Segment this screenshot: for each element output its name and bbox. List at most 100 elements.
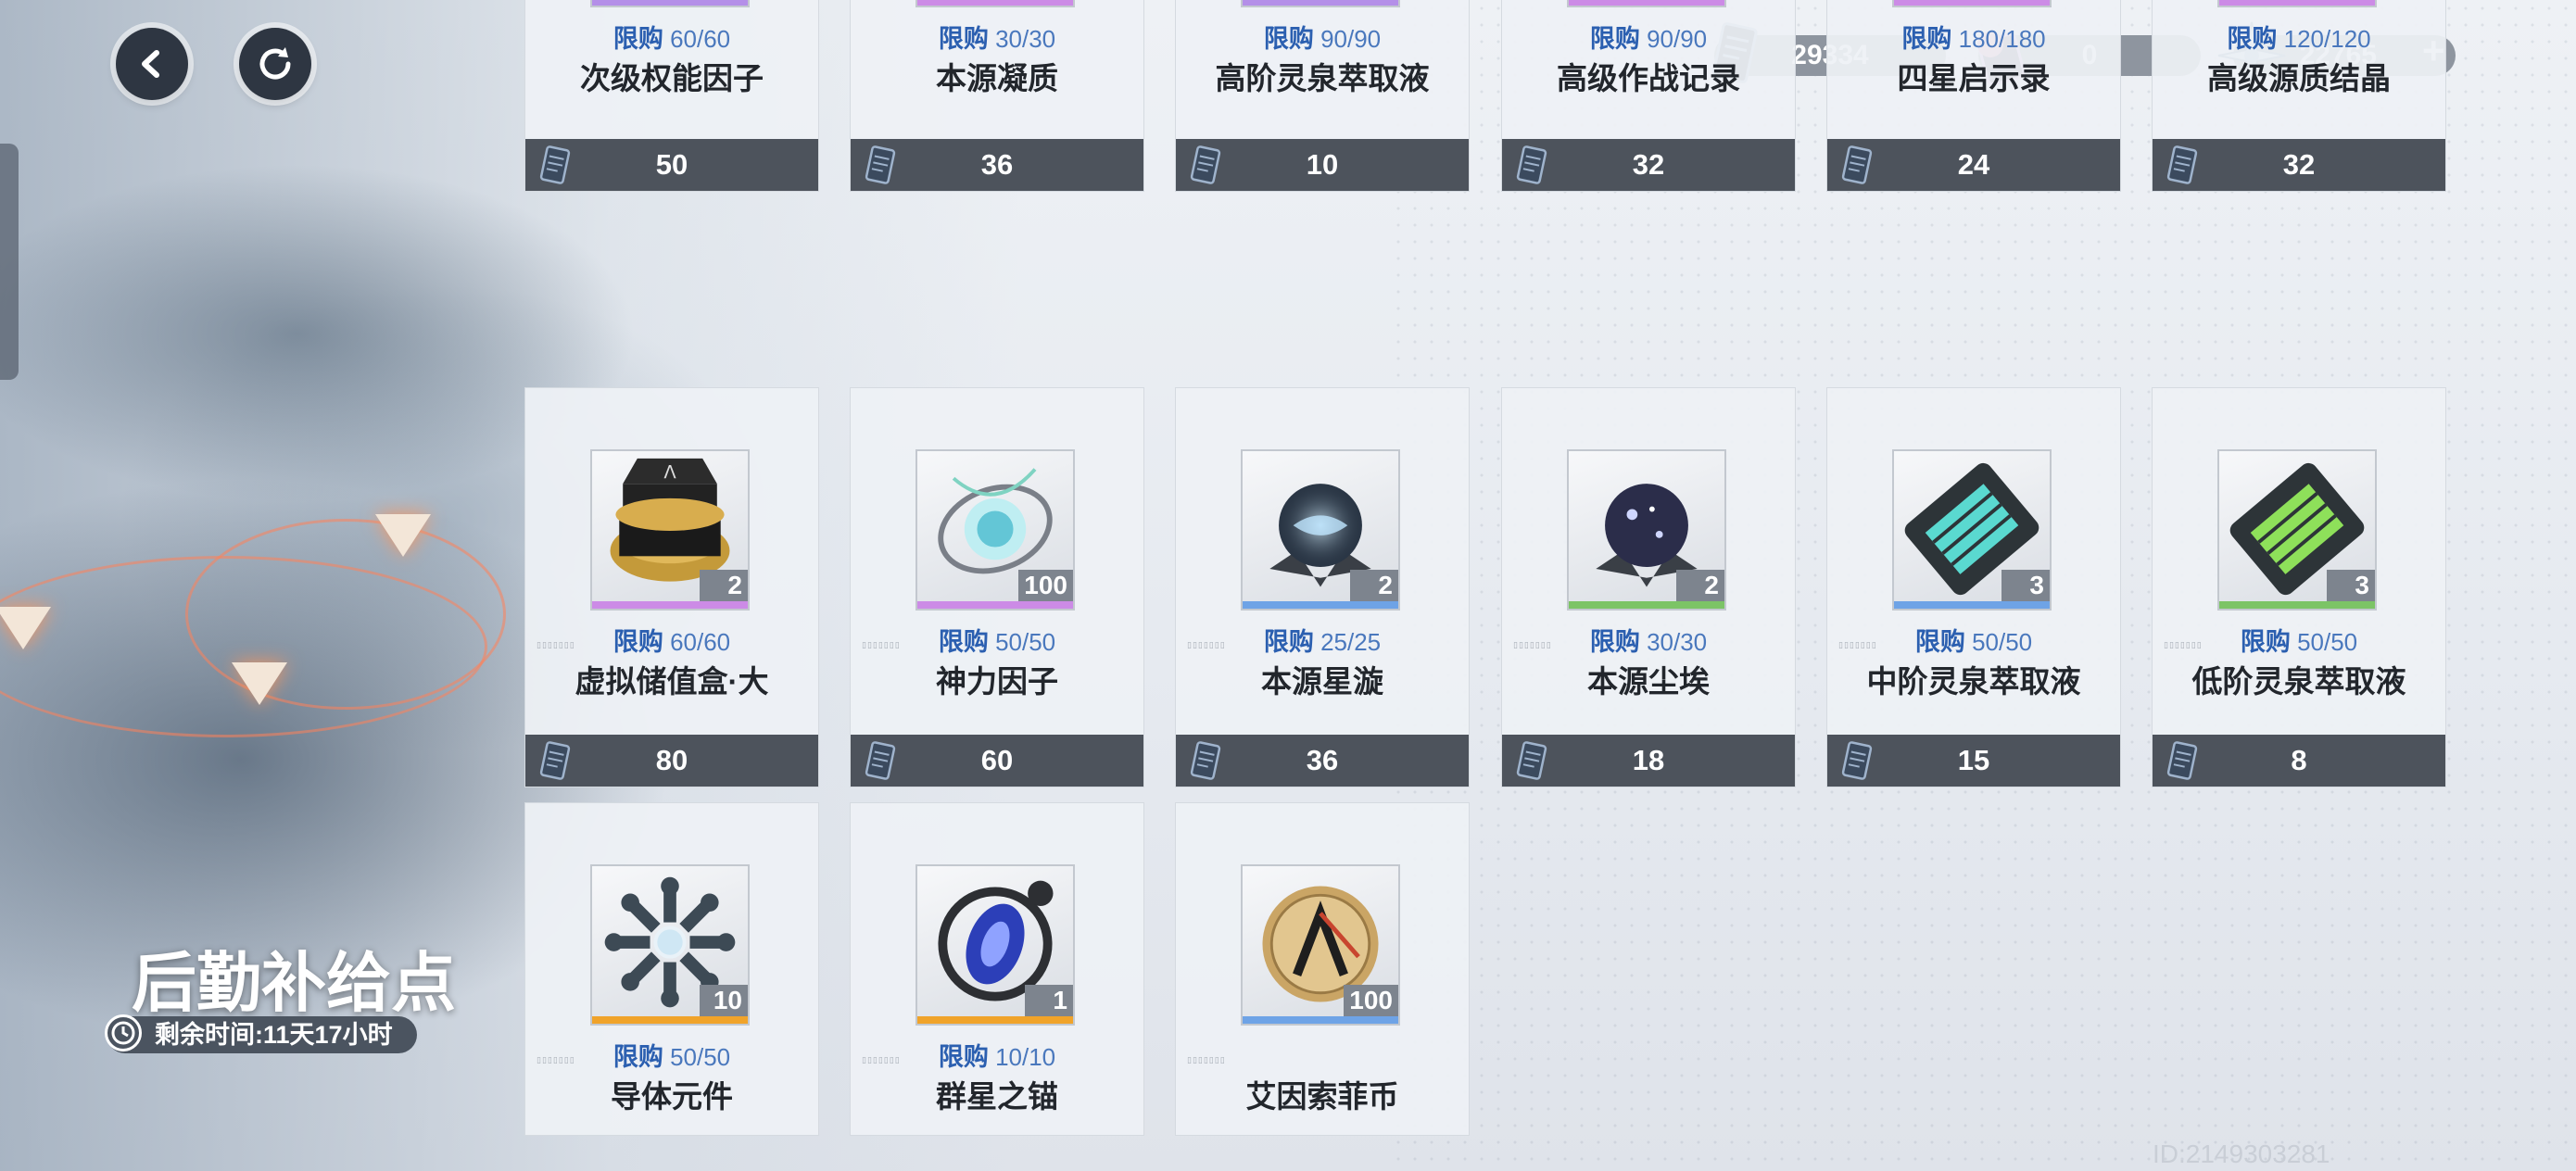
buy-price-button[interactable]: 18 <box>1502 735 1795 787</box>
data-card-icon <box>1841 145 1873 184</box>
item-name: 本源尘埃 <box>1587 664 1710 699</box>
purchase-limit-count: 90/90 <box>1320 25 1382 53</box>
purchase-limit: 限购 90/90 <box>1502 19 1795 55</box>
purchase-limit-label: 限购 <box>938 628 989 656</box>
shop-item-card[interactable]: 100 ▯▯▯▯▯▯▯ 艾因索菲币 <box>1175 802 1470 1136</box>
purchase-limit: 限购 180/180 <box>1827 19 2120 55</box>
purchase-limit-count: 50/50 <box>995 628 1056 656</box>
shop-item-card[interactable]: 1 限购 60/60 次级权能因子 50 <box>524 0 819 192</box>
purchase-limit-count: 120/120 <box>2283 25 2371 53</box>
item-icon-frame: 2 <box>1241 449 1400 611</box>
data-card-icon <box>539 145 571 184</box>
purchase-limit-label: 限购 <box>1589 25 1640 53</box>
shop-item-card[interactable]: 10 ▯▯▯▯▯▯▯ 限购 50/50 导体元件 <box>524 802 819 1136</box>
purchase-limit: 限购 50/50 <box>2153 622 2445 658</box>
purchase-limit-label: 限购 <box>1263 25 1314 53</box>
shop-item-card[interactable]: 1 限购 180/180 四星启示录 24 <box>1826 0 2121 192</box>
shop-item-card[interactable]: 1 限购 30/30 本源凝质 36 <box>850 0 1144 192</box>
rarity-bar <box>1569 601 1724 609</box>
purchase-limit: 限购 60/60 <box>525 622 818 658</box>
rarity-bar <box>1569 0 1724 6</box>
rarity-bar <box>1243 0 1398 6</box>
purchase-limit-count: 30/30 <box>995 25 1056 53</box>
shop-item-card[interactable]: 100 ▯▯▯▯▯▯▯ 限购 50/50 神力因子 60 <box>850 387 1144 787</box>
purchase-limit-count: 90/90 <box>1647 25 1708 53</box>
buy-price-button[interactable]: 36 <box>851 139 1143 191</box>
data-card-icon <box>2166 145 2198 184</box>
data-card-icon <box>1516 741 1547 780</box>
rarity-bar <box>917 0 1073 6</box>
item-price: 18 <box>1632 744 1665 776</box>
buy-price-button[interactable]: 50 <box>525 139 818 191</box>
item-name: 导体元件 <box>611 1079 733 1114</box>
purchase-limit-label: 限购 <box>2240 628 2291 656</box>
purchase-limit-label: 限购 <box>612 25 663 53</box>
purchase-limit-count: 180/180 <box>1958 25 2046 53</box>
purchase-limit-count: 10/10 <box>995 1043 1056 1071</box>
item-name: 群星之锚 <box>936 1079 1058 1114</box>
buy-price-button[interactable]: 32 <box>1502 139 1795 191</box>
buy-price-button[interactable]: 8 <box>2153 735 2445 787</box>
item-name: 中阶灵泉萃取液 <box>1866 664 2081 699</box>
item-icon-frame: 1 <box>2217 0 2377 7</box>
item-price: 36 <box>1306 744 1339 776</box>
rarity-bar <box>592 601 748 609</box>
shop-item-card[interactable]: 1 限购 120/120 高级源质结晶 32 <box>2152 0 2446 192</box>
data-card-icon <box>865 741 896 780</box>
purchase-limit-count: 30/30 <box>1647 628 1708 656</box>
item-name: 艾因索菲币 <box>1245 1079 1399 1114</box>
buy-price-button[interactable]: 24 <box>1827 139 2120 191</box>
svg-text:Λ: Λ <box>663 461 676 483</box>
item-price: 50 <box>655 148 688 181</box>
item-icon-frame: 1 <box>1567 0 1726 7</box>
item-name: 虚拟储值盒·大 <box>575 664 769 699</box>
page-title: 后勤补给点 <box>132 947 456 1019</box>
shop-item-card[interactable]: 1 ▯▯▯▯▯▯▯ 限购 10/10 群星之锚 <box>850 802 1144 1136</box>
rarity-bar <box>592 1016 748 1024</box>
item-price: 10 <box>1306 148 1339 181</box>
purchase-limit-label: 限购 <box>612 1043 663 1071</box>
rarity-bar <box>2219 601 2375 609</box>
buy-price-button[interactable]: 32 <box>2153 139 2445 191</box>
clock-icon <box>105 1014 142 1051</box>
shop-item-card[interactable]: 3 ▯▯▯▯▯▯▯ 限购 50/50 中阶灵泉萃取液 15 <box>1826 387 2121 787</box>
shop-item-card[interactable]: Λ 2 ▯▯▯▯▯▯▯ 限购 60/60 虚拟储值盒·大 80 <box>524 387 819 787</box>
rarity-bar <box>1894 601 2050 609</box>
item-name: 高级作战记录 <box>1557 61 1740 95</box>
rarity-bar <box>1243 601 1398 609</box>
purchase-limit-count: 50/50 <box>1972 628 2033 656</box>
purchase-limit: 限购 50/50 <box>851 622 1143 658</box>
item-icon-frame: 100 <box>915 449 1075 611</box>
buy-price-button[interactable]: 10 <box>1176 139 1469 191</box>
purchase-limit-label: 限购 <box>1263 628 1314 656</box>
purchase-limit: 限购 120/120 <box>2153 19 2445 55</box>
buy-price-button[interactable]: 36 <box>1176 735 1469 787</box>
item-name: 本源凝质 <box>936 61 1058 95</box>
purchase-limit: 限购 10/10 <box>851 1037 1143 1073</box>
buy-price-button[interactable]: 80 <box>525 735 818 787</box>
item-quantity: 3 <box>2001 570 2050 601</box>
purchase-limit-count: 25/25 <box>1320 628 1382 656</box>
buy-price-button[interactable]: 15 <box>1827 735 2120 787</box>
item-quantity: 3 <box>2327 570 2375 601</box>
data-card-icon <box>539 741 571 780</box>
item-icon-frame: 3 <box>2217 449 2377 611</box>
purchase-limit: 限购 30/30 <box>1502 622 1795 658</box>
item-name: 高阶灵泉萃取液 <box>1215 61 1430 95</box>
purchase-limit-label: 限购 <box>938 25 989 53</box>
buy-price-button[interactable]: 60 <box>851 735 1143 787</box>
data-card-icon <box>1190 741 1221 780</box>
item-icon-frame: 1 <box>915 0 1075 7</box>
item-quantity: 2 <box>1350 570 1398 601</box>
item-icon-frame: 1 <box>915 864 1075 1026</box>
shop-item-card[interactable]: 1 限购 90/90 高阶灵泉萃取液 10 <box>1175 0 1470 192</box>
purchase-limit-label: 限购 <box>938 1043 989 1071</box>
data-card-icon <box>1516 145 1547 184</box>
shop-item-card[interactable]: 1 限购 90/90 高级作战记录 32 <box>1501 0 1796 192</box>
shop-item-card[interactable]: 2 ▯▯▯▯▯▯▯ 限购 25/25 本源星漩 36 <box>1175 387 1470 787</box>
shop-item-card[interactable]: 2 ▯▯▯▯▯▯▯ 限购 30/30 本源尘埃 18 <box>1501 387 1796 787</box>
rarity-bar <box>917 601 1073 609</box>
item-quantity: 2 <box>700 570 748 601</box>
data-card-icon <box>865 145 896 184</box>
shop-item-card[interactable]: 3 ▯▯▯▯▯▯▯ 限购 50/50 低阶灵泉萃取液 8 <box>2152 387 2446 787</box>
